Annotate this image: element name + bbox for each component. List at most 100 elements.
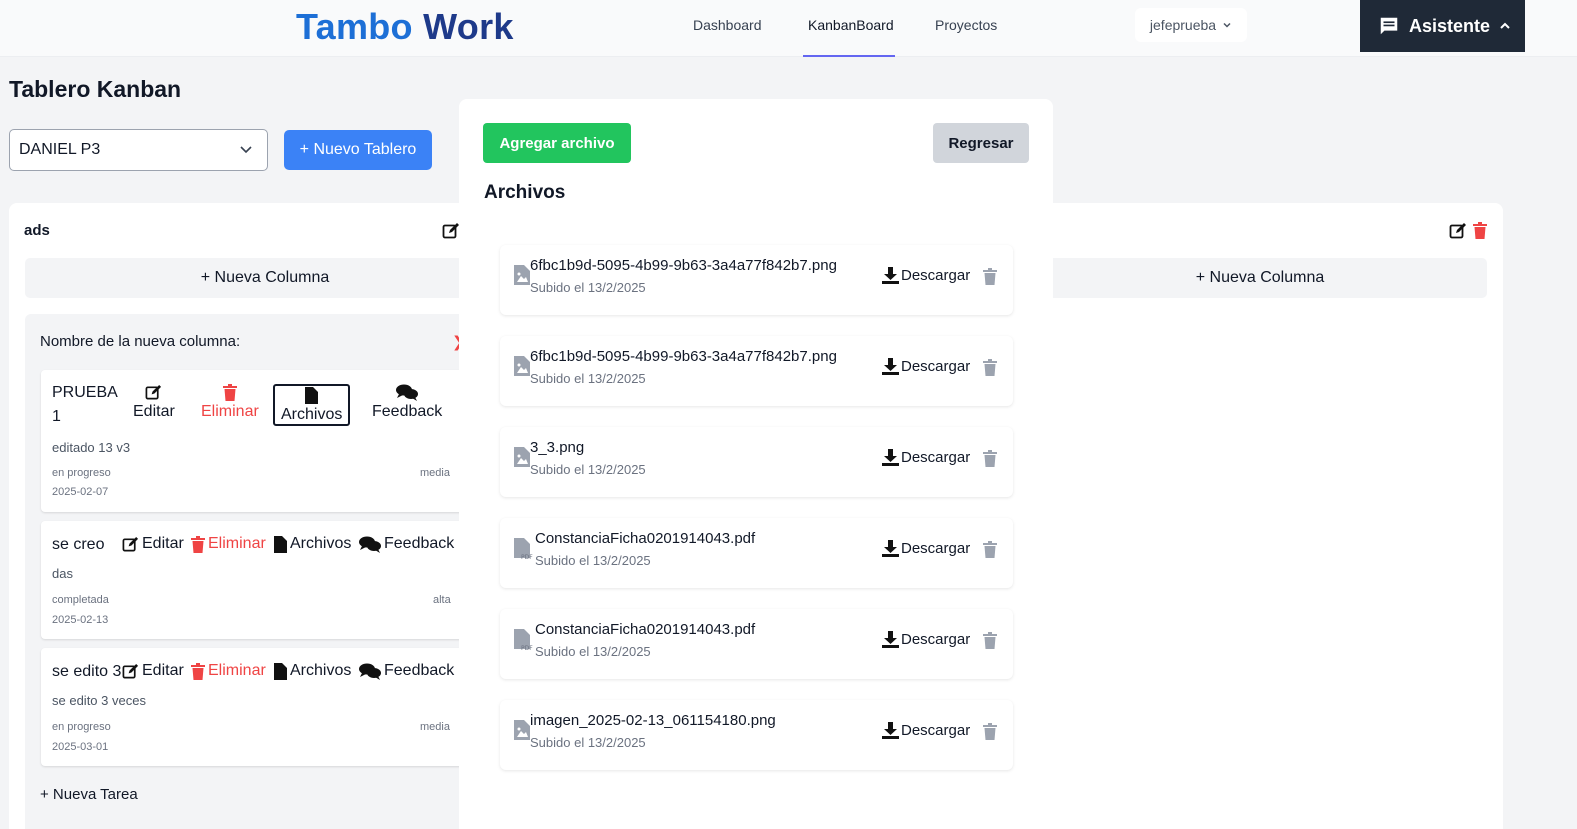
user-menu-button[interactable]: jefeprueba [1135, 8, 1247, 42]
trash-icon [191, 535, 205, 553]
back-button[interactable]: Regresar [933, 123, 1029, 163]
download-button[interactable]: Descargar [882, 540, 970, 557]
files-task-button[interactable]: Archivos [274, 535, 351, 553]
file-upload-date: Subido el 13/2/2025 [530, 462, 646, 477]
feedback-label: Feedback [384, 662, 455, 679]
delete-task-button[interactable]: Eliminar [201, 384, 259, 421]
task-card[interactable]: se creo Editar Eliminar Archivos Feedbac… [41, 521, 471, 639]
new-column-button-right[interactable]: + Nueva Columna [1033, 258, 1487, 298]
trash-icon[interactable] [983, 450, 997, 467]
active-nav-indicator [803, 55, 895, 57]
logo-part-2: Work [423, 6, 514, 47]
file-item: 3_3.png Subido el 13/2/2025 Descargar [500, 427, 1013, 497]
download-icon [882, 358, 899, 375]
feedback-label: Feedback [384, 535, 455, 552]
new-column-prompt: Nombre de la nueva columna: [40, 333, 241, 350]
board-select-value: DANIEL P3 [19, 141, 101, 158]
new-board-button[interactable]: + Nuevo Tablero [284, 130, 432, 170]
nav-kanbanboard[interactable]: KanbanBoard [808, 17, 894, 33]
file-upload-date: Subido el 13/2/2025 [530, 735, 646, 750]
edit-task-button[interactable]: Editar [122, 535, 184, 553]
new-column-button[interactable]: + Nueva Columna [25, 258, 505, 298]
file-item: imagen_2025-02-13_061154180.png Subido e… [500, 700, 1013, 770]
nav-dashboard[interactable]: Dashboard [693, 17, 762, 33]
new-task-button[interactable]: + Nueva Tarea [40, 786, 138, 803]
file-name: ConstanciaFicha0201914043.pdf [535, 530, 756, 547]
delete-label: Eliminar [201, 403, 259, 420]
feedback-task-button[interactable]: Feedback [359, 662, 454, 680]
add-file-button[interactable]: Agregar archivo [483, 123, 631, 163]
username: jefeprueba [1149, 17, 1217, 33]
task-title: se creo [52, 536, 105, 553]
task-card[interactable]: se edito 3 Editar Eliminar Archivos Feed… [41, 648, 471, 766]
delete-task-button[interactable]: Eliminar [191, 535, 266, 553]
edit-label: Editar [142, 535, 184, 552]
edit-task-button[interactable]: Editar [133, 384, 175, 421]
download-button[interactable]: Descargar [882, 449, 970, 466]
app-logo[interactable]: Tambo Work [296, 6, 514, 48]
trash-icon[interactable] [983, 541, 997, 558]
assistant-toggle-button[interactable]: Asistente [1360, 0, 1525, 52]
files-task-button[interactable]: Archivos [273, 384, 351, 426]
trash-icon[interactable] [983, 359, 997, 376]
trash-icon[interactable] [983, 723, 997, 740]
task-date: 2025-02-13 [52, 614, 109, 626]
trash-icon[interactable] [983, 268, 997, 285]
image-file-icon [514, 447, 530, 467]
task-title-line2: 1 [52, 408, 61, 425]
page-title: Tablero Kanban [9, 76, 182, 102]
edit-icon [122, 663, 139, 678]
delete-label: Eliminar [208, 535, 266, 552]
download-button[interactable]: Descargar [882, 631, 970, 648]
task-status: completada [52, 594, 109, 606]
file-upload-date: Subido el 13/2/2025 [535, 644, 651, 659]
task-card[interactable]: PRUEBA 1 Editar Eliminar Archivos Feedba… [41, 370, 471, 512]
task-priority: media [420, 467, 450, 479]
download-icon [882, 267, 899, 284]
task-description: se edito 3 veces [52, 693, 146, 708]
file-icon [305, 386, 319, 404]
download-button[interactable]: Descargar [882, 722, 970, 739]
trash-icon[interactable] [983, 632, 997, 649]
edit-column-icon[interactable] [442, 222, 460, 240]
file-name: imagen_2025-02-13_061154180.png [530, 712, 776, 729]
task-date: 2025-03-01 [52, 741, 109, 753]
file-icon [274, 662, 287, 680]
edit-icon [145, 384, 162, 400]
download-icon [882, 722, 899, 739]
comments-icon [359, 536, 381, 553]
delete-task-button[interactable]: Eliminar [191, 662, 266, 680]
file-upload-date: Subido el 13/2/2025 [530, 371, 646, 386]
feedback-task-button[interactable]: Feedback [359, 535, 454, 553]
edit-icon [122, 536, 139, 551]
download-label: Descargar [901, 540, 971, 557]
svg-text:PDF: PDF [521, 554, 533, 560]
file-item: PDF ConstanciaFicha0201914043.pdf Subido… [500, 609, 1013, 679]
download-label: Descargar [901, 722, 971, 739]
download-label: Descargar [901, 631, 971, 648]
task-status: en progreso [52, 721, 111, 733]
image-file-icon [514, 356, 530, 376]
edit-task-button[interactable]: Editar [122, 662, 184, 680]
column-actions [1449, 222, 1487, 240]
chat-bubble-icon [1380, 17, 1398, 35]
logo-part-1: Tambo [296, 6, 413, 47]
board-select[interactable]: DANIEL P3 [9, 129, 268, 171]
edit-label: Editar [142, 662, 184, 679]
files-label: Archivos [290, 662, 352, 679]
feedback-task-button[interactable]: Feedback [372, 384, 442, 421]
file-name: ConstanciaFicha0201914043.pdf [535, 621, 756, 638]
trash-icon [191, 662, 205, 680]
file-item: PDF ConstanciaFicha0201914043.pdf Subido… [500, 518, 1013, 588]
pdf-file-icon: PDF [514, 629, 533, 651]
download-button[interactable]: Descargar [882, 267, 970, 284]
download-label: Descargar [901, 358, 971, 375]
task-date: 2025-02-07 [52, 486, 109, 498]
assistant-label: Asistente [1409, 15, 1491, 36]
download-button[interactable]: Descargar [882, 358, 970, 375]
edit-icon[interactable] [1449, 222, 1467, 240]
file-upload-date: Subido el 13/2/2025 [530, 280, 646, 295]
trash-icon[interactable] [1473, 222, 1487, 239]
nav-proyectos[interactable]: Proyectos [935, 17, 997, 33]
files-task-button[interactable]: Archivos [274, 662, 351, 680]
